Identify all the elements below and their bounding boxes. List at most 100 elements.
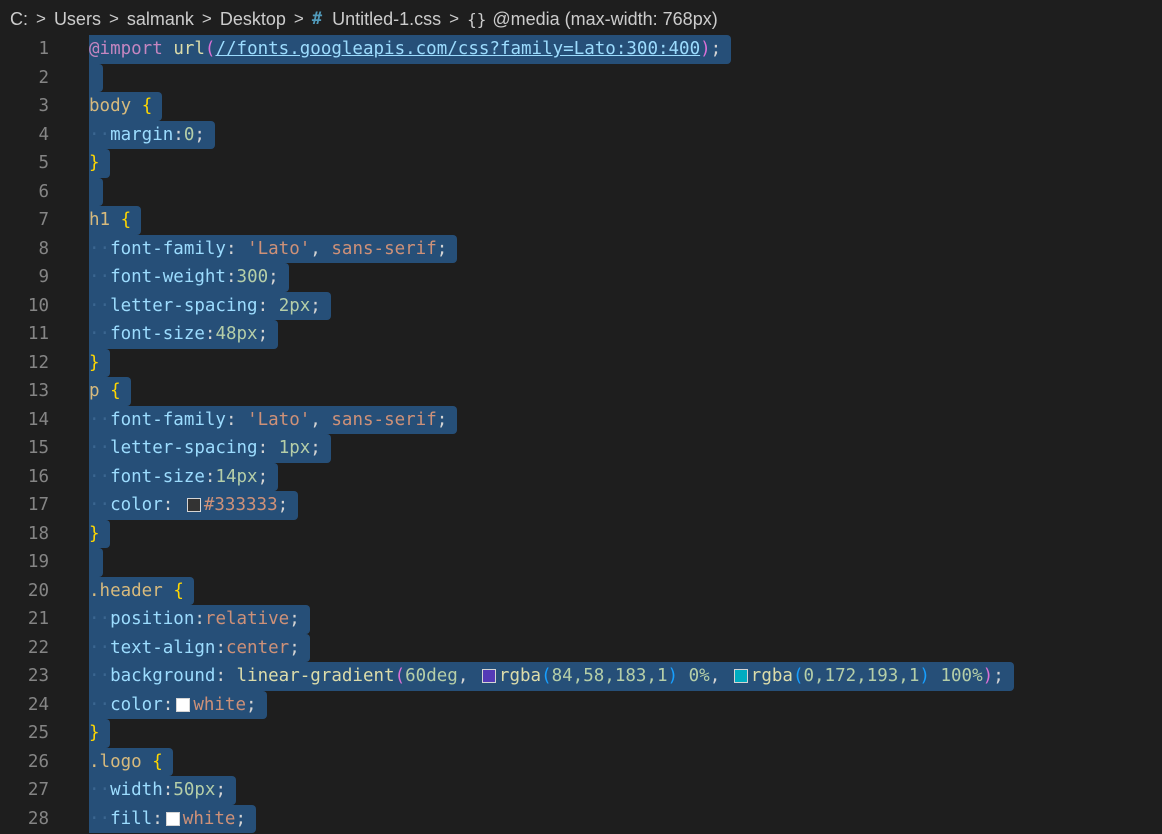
code-line[interactable]: 2 [0, 63, 1162, 92]
selection: .header { [89, 576, 194, 605]
line-content: ·· fill: white; [89, 804, 257, 833]
code-line[interactable]: 6 [0, 177, 1162, 206]
code-line[interactable]: 20 .header { [0, 576, 1162, 605]
code-line[interactable]: 25 } [0, 719, 1162, 748]
property: font-weight [110, 267, 226, 288]
breadcrumb-desktop[interactable]: Desktop [220, 9, 286, 30]
code-line[interactable]: 7 h1 { [0, 206, 1162, 235]
semicolon: ; [268, 267, 279, 288]
comma: , [310, 409, 321, 430]
selector: h1 [89, 210, 111, 231]
code-editor[interactable]: C: > Users > salmank > Desktop > # Untit… [0, 0, 1162, 834]
code-line[interactable]: 9 ·· font-weight:300; [0, 263, 1162, 292]
code-line[interactable]: 12 } [0, 348, 1162, 377]
selection: } [89, 719, 110, 748]
breadcrumb-drive[interactable]: C: [10, 9, 28, 30]
line-number: 24 [27, 694, 49, 715]
url-link[interactable]: //fonts.googleapis.com/css?family=Lato:3… [215, 39, 700, 59]
semicolon: ; [289, 637, 300, 658]
code-line[interactable]: 1 @import url(//fonts.googleapis.com/css… [0, 35, 1162, 64]
line-number: 11 [27, 324, 49, 345]
colon: : [225, 409, 237, 430]
property: font-family [110, 238, 226, 259]
code-line[interactable]: 28 ·· fill: white; [0, 804, 1162, 833]
value: 0 [183, 124, 195, 145]
colon: : [225, 238, 237, 259]
paren: ( [541, 666, 552, 687]
code-line[interactable]: 27 ·· width:50px; [0, 776, 1162, 805]
at-rule: @import [89, 39, 163, 60]
value: 1px [278, 438, 311, 459]
code-line[interactable]: 23 ·· background: linear-gradient(60deg, … [0, 662, 1162, 691]
color-swatch[interactable] [481, 669, 496, 684]
brace: { [120, 210, 132, 231]
selection: ·· background: linear-gradient(60deg, rgb… [89, 662, 1014, 691]
line-number: 6 [38, 181, 49, 202]
property: text-align [110, 637, 216, 658]
value: 50px [173, 780, 216, 801]
selector: .header [89, 580, 163, 601]
property: color [110, 694, 163, 715]
breadcrumb-users[interactable]: Users [54, 9, 101, 30]
selection: h1 { [89, 206, 142, 235]
code-line[interactable]: 8 ·· font-family: 'Lato', sans-serif; [0, 234, 1162, 263]
code-line[interactable]: 26 .logo { [0, 747, 1162, 776]
line-content: ·· margin:0; [89, 120, 215, 149]
value: 0% [688, 666, 710, 687]
line-number: 14 [27, 409, 49, 430]
semicolon: ; [436, 238, 448, 259]
value: 84,58,183,1 [551, 666, 668, 687]
code-line[interactable]: 18 } [0, 519, 1162, 548]
line-content: @import url(//fonts.googleapis.com/css?f… [89, 35, 732, 64]
brace: } [89, 723, 100, 744]
color-swatch[interactable] [733, 669, 748, 684]
code-line[interactable]: 11 ·· font-size:48px; [0, 320, 1162, 349]
code-line[interactable]: 15 ·· letter-spacing: 1px; [0, 434, 1162, 463]
code-line[interactable]: 13 p { [0, 377, 1162, 406]
property: margin [110, 124, 174, 145]
value: relative [204, 609, 290, 630]
colon: : [152, 808, 163, 829]
breadcrumb-symbol[interactable]: @media (max-width: 768px) [492, 9, 717, 30]
line-content: ·· font-family: 'Lato', sans-serif; [89, 405, 458, 434]
line-number: 22 [27, 637, 49, 658]
function-name: rgba [498, 666, 542, 687]
line-number: 23 [27, 666, 49, 687]
semicolon: ; [257, 466, 269, 487]
code-line[interactable]: 3 body { [0, 92, 1162, 121]
line-number: 2 [38, 67, 49, 88]
code-line[interactable]: 16 ·· font-size:14px; [0, 462, 1162, 491]
paren: ) [919, 666, 930, 687]
code-line[interactable]: 24 ·· color: white; [0, 690, 1162, 719]
code-line[interactable]: 10 ·· letter-spacing: 2px; [0, 291, 1162, 320]
line-content: .header { [89, 576, 194, 605]
code-line[interactable]: 21 ·· position: relative; [0, 605, 1162, 634]
line-content: } [89, 519, 110, 548]
color-swatch[interactable] [165, 811, 180, 826]
code-area[interactable]: 1 @import url(//fonts.googleapis.com/css… [0, 35, 1162, 834]
value: 100% [940, 666, 983, 687]
code-line[interactable]: 4 ·· margin:0; [0, 120, 1162, 149]
color-swatch[interactable] [186, 498, 201, 513]
breadcrumb-file[interactable]: Untitled-1.css [332, 9, 441, 30]
selection: } [89, 149, 110, 178]
colon: : [162, 780, 174, 801]
code-line[interactable]: 5 } [0, 149, 1162, 178]
line-number: 15 [27, 438, 49, 459]
code-line[interactable]: 19 [0, 548, 1162, 577]
color-swatch[interactable] [176, 697, 191, 712]
property: width [110, 780, 163, 801]
paren: ( [204, 39, 216, 60]
chevron-right-icon: > [201, 9, 212, 28]
selection: ·· font-size:14px; [89, 462, 279, 491]
code-line[interactable]: 14 ·· font-family: 'Lato', sans-serif; [0, 405, 1162, 434]
value: center [225, 637, 290, 658]
selection: ·· fill: white; [89, 804, 257, 833]
code-line[interactable]: 22 ·· text-align: center; [0, 633, 1162, 662]
breadcrumb-salmank[interactable]: salmank [127, 9, 194, 30]
semicolon: ; [310, 438, 321, 459]
selection: ·· text-align: center; [89, 633, 310, 662]
code-line[interactable]: 17 ·· color: #333333; [0, 491, 1162, 520]
selection: } [89, 348, 110, 377]
line-content [89, 63, 103, 92]
